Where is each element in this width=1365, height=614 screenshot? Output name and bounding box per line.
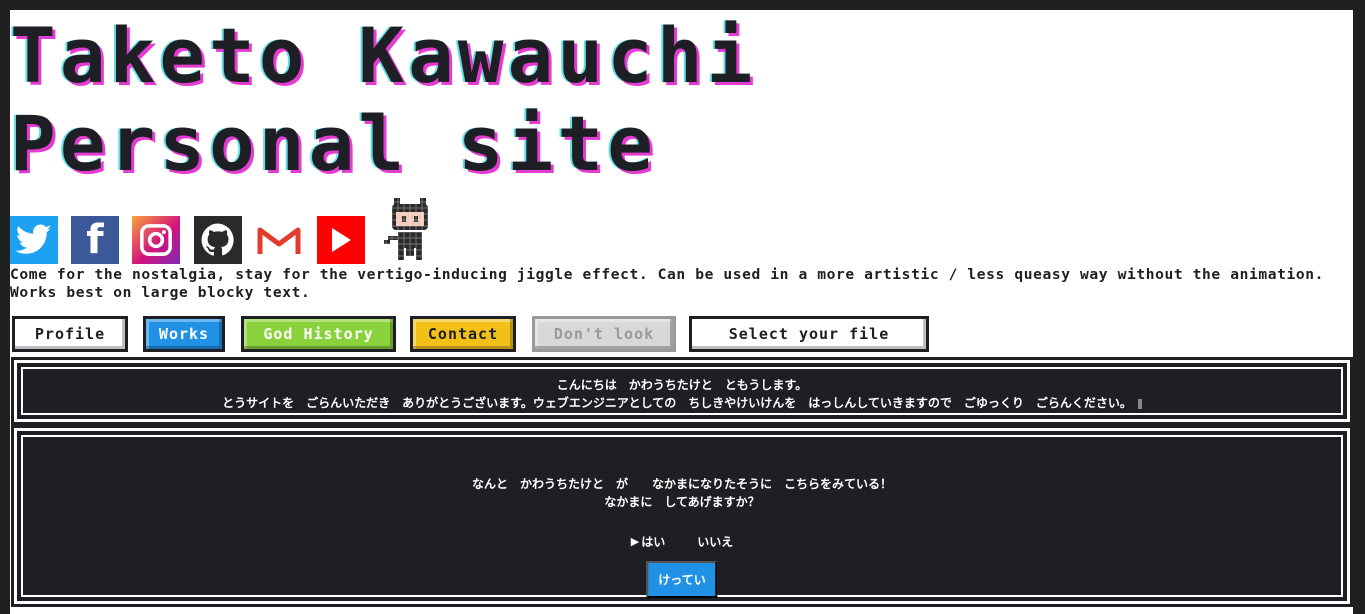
works-button[interactable]: Works — [143, 316, 225, 352]
choice-prompt-line1: なんと かわうちたけと が なかまになりたそうに こちらをみている！ — [471, 477, 892, 491]
greeting-text: こんにちは かわうちたけと ともうします。 とうサイトを ごらんいただき ありが… — [17, 376, 1347, 412]
choice-prompt: なんと かわうちたけと が なかまになりたそうに こちらをみている！ なかまに … — [17, 475, 1347, 511]
choice-no[interactable]: いいえ — [697, 533, 733, 550]
tagline: Come for the nostalgia, stay for the ver… — [10, 266, 1334, 301]
github-icon[interactable] — [194, 216, 242, 264]
choice-prompt-line2: なかまに してあげますか？ — [604, 495, 760, 509]
choice-dialog: なんと かわうちたけと が なかまになりたそうに こちらをみている！ なかまに … — [11, 425, 1353, 607]
greeting-dialog: こんにちは かわうちたけと ともうします。 とうサイトを ごらんいただき ありが… — [11, 357, 1353, 425]
text-cursor — [1137, 398, 1142, 409]
god-history-button[interactable]: God History — [241, 316, 396, 352]
greeting-line2: とうサイトを ごらんいただき ありがとうございます。ウェブエンジニアとしての ち… — [222, 396, 1132, 410]
confirm-button[interactable]: けってい — [646, 561, 718, 598]
choice-yes-label: はい — [641, 535, 666, 549]
facebook-icon[interactable]: f — [71, 216, 119, 264]
choice-yes[interactable]: ▶ はい — [631, 533, 665, 550]
profile-button[interactable]: Profile — [12, 316, 128, 352]
selector-arrow-icon: ▶ — [630, 535, 640, 548]
twitter-icon[interactable] — [10, 216, 58, 264]
instagram-icon[interactable] — [132, 216, 180, 264]
page: Taketo Kawauchi Personal site f Come for… — [10, 10, 1353, 614]
site-title-line2: Personal site — [10, 99, 657, 188]
greeting-line1: こんにちは かわうちたけと ともうします。 — [556, 378, 808, 392]
contact-button[interactable]: Contact — [410, 316, 516, 352]
youtube-icon[interactable] — [317, 216, 365, 264]
site-title-line1: Taketo Kawauchi — [10, 11, 757, 100]
choice-options: ▶ はい いいえ — [17, 533, 1347, 550]
dont-look-button[interactable]: Don't look — [532, 316, 676, 352]
gmail-icon[interactable] — [255, 216, 303, 264]
choice-no-label: いいえ — [697, 535, 734, 549]
octocat-icon[interactable] — [379, 195, 442, 266]
select-file-button[interactable]: Select your file — [689, 316, 929, 352]
greeting-line2-wrap: とうサイトを ごらんいただき ありがとうございます。ウェブエンジニアとしての ち… — [17, 394, 1347, 412]
social-links: f — [10, 195, 470, 266]
facebook-glyph: f — [86, 217, 104, 263]
